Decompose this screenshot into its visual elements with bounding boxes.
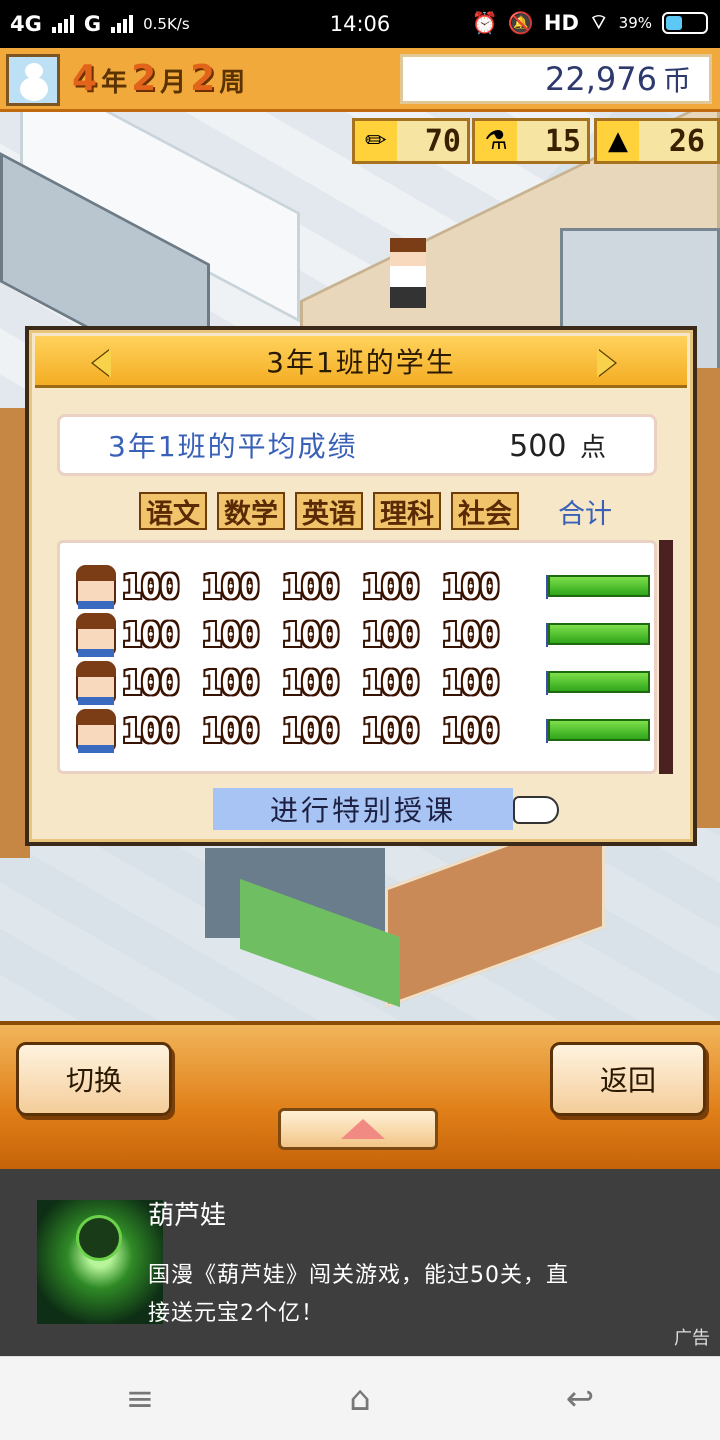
resource-pencil[interactable]: ✏ 70 [352, 118, 470, 164]
next-class-arrow-icon[interactable] [591, 346, 623, 380]
score-science: 100 [362, 710, 420, 750]
student-score-list: 100 100 100 100 100 100 100 100 100 100 … [57, 540, 657, 774]
student-row[interactable]: 100 100 100 100 100 [76, 565, 516, 609]
score-chinese: 100 [122, 662, 180, 702]
year-unit: 年 [101, 68, 128, 98]
ad-tag: 广告 [674, 1328, 710, 1349]
flask-icon: ⚗ [475, 121, 517, 161]
student-avatar [76, 613, 116, 657]
pencil-icon: ✏ [355, 121, 397, 161]
score-math: 100 [202, 710, 260, 750]
snowman-icon[interactable] [6, 54, 60, 106]
wifi-icon: ⌔ [588, 10, 609, 34]
back-nav-icon[interactable]: ↩ [552, 1379, 608, 1419]
average-value: 500 点 [509, 427, 606, 464]
student-avatar [76, 661, 116, 705]
expand-menu-button[interactable] [278, 1108, 438, 1150]
system-nav-bar: ≡ ⌂ ↩ [0, 1356, 720, 1440]
back-button[interactable]: 返回 [550, 1042, 706, 1116]
week-unit: 周 [219, 68, 246, 98]
battery-percent: 39% [618, 14, 652, 32]
average-unit: 点 [579, 432, 606, 463]
student-row[interactable]: 100 100 100 100 100 [76, 613, 516, 657]
score-science: 100 [362, 662, 420, 702]
month-unit: 月 [160, 68, 187, 98]
game-date: 4 年 2 月 2 周 [72, 58, 245, 99]
switch-button[interactable]: 切换 [16, 1042, 172, 1116]
money-value: 22,976 [545, 60, 657, 98]
student-avatar [76, 709, 116, 753]
score-social: 100 [442, 710, 500, 750]
pyramid-value: 26 [668, 123, 705, 159]
score-social: 100 [442, 662, 500, 702]
score-social: 100 [442, 566, 500, 606]
score-english: 100 [282, 566, 340, 606]
pencil-value: 70 [424, 123, 461, 159]
month-number: 2 [131, 58, 157, 99]
student-row[interactable]: 100 100 100 100 100 [76, 661, 516, 705]
week-number: 2 [190, 58, 216, 99]
subject-english: 英语 [295, 492, 363, 530]
score-science: 100 [362, 614, 420, 654]
ad-title[interactable]: 葫芦娃 [148, 1195, 226, 1232]
score-math: 100 [202, 614, 260, 654]
menu-icon[interactable]: ≡ [112, 1379, 168, 1419]
ad-thumbnail[interactable] [37, 1200, 163, 1324]
subject-science: 理科 [373, 492, 441, 530]
score-chinese: 100 [122, 710, 180, 750]
average-number: 500 [509, 428, 567, 464]
prev-class-arrow-icon[interactable] [87, 346, 119, 380]
total-header: 合计 [558, 498, 612, 530]
hd-label: HD [543, 11, 579, 35]
pointer-hand-icon [513, 796, 559, 824]
money-display: 22,976 币 [400, 54, 712, 104]
score-math: 100 [202, 566, 260, 606]
teacher-sprite[interactable] [390, 238, 426, 308]
score-english: 100 [282, 614, 340, 654]
total-bar [546, 671, 650, 695]
home-icon[interactable]: ⌂ [332, 1379, 388, 1419]
floor-right [696, 368, 720, 828]
class-students-dialog: 3年1班的学生 3年1班的平均成绩 500 点 语文 数学 英语 理科 社会 合… [25, 326, 697, 846]
student-avatar [76, 565, 116, 609]
ad-banner[interactable]: 葫芦娃 国漫《葫芦娃》闯关游戏，能过50关，直接送元宝2个亿！ 广告 [0, 1169, 720, 1356]
flask-value: 15 [544, 123, 581, 159]
subject-chinese: 语文 [139, 492, 207, 530]
subject-math: 数学 [217, 492, 285, 530]
score-english: 100 [282, 710, 340, 750]
list-scrollbar[interactable] [659, 540, 673, 774]
subject-social: 社会 [451, 492, 519, 530]
average-score-box: 3年1班的平均成绩 500 点 [57, 414, 657, 476]
score-math: 100 [202, 662, 260, 702]
score-english: 100 [282, 662, 340, 702]
subject-headers: 语文 数学 英语 理科 社会 合计 [139, 492, 617, 530]
total-bar [546, 575, 650, 599]
resource-flask[interactable]: ⚗ 15 [472, 118, 590, 164]
score-chinese: 100 [122, 614, 180, 654]
dialog-title: 3年1班的学生 [266, 345, 456, 379]
alarm-icon: ⏰ [471, 10, 498, 35]
special-lesson-button[interactable]: 进行特别授课 [213, 788, 513, 830]
average-label: 3年1班的平均成绩 [108, 430, 358, 463]
total-bar [546, 719, 650, 743]
dialog-header: 3年1班的学生 [35, 336, 687, 388]
year-number: 4 [72, 58, 98, 99]
ad-description[interactable]: 国漫《葫芦娃》闯关游戏，能过50关，直接送元宝2个亿！ [148, 1257, 588, 1333]
mute-icon: 🔕 [507, 10, 534, 35]
status-bar: 4G G 0.5K/s 14:06 ⏰ 🔕 HD ⌔ 39% [0, 0, 720, 48]
battery-icon [662, 12, 708, 34]
student-row[interactable]: 100 100 100 100 100 [76, 709, 516, 753]
total-bar [546, 623, 650, 647]
resource-pyramid[interactable]: ▲ 26 [594, 118, 720, 164]
score-chinese: 100 [122, 566, 180, 606]
score-social: 100 [442, 614, 500, 654]
pyramid-icon: ▲ [597, 121, 639, 161]
money-unit: 币 [662, 64, 691, 97]
score-science: 100 [362, 566, 420, 606]
